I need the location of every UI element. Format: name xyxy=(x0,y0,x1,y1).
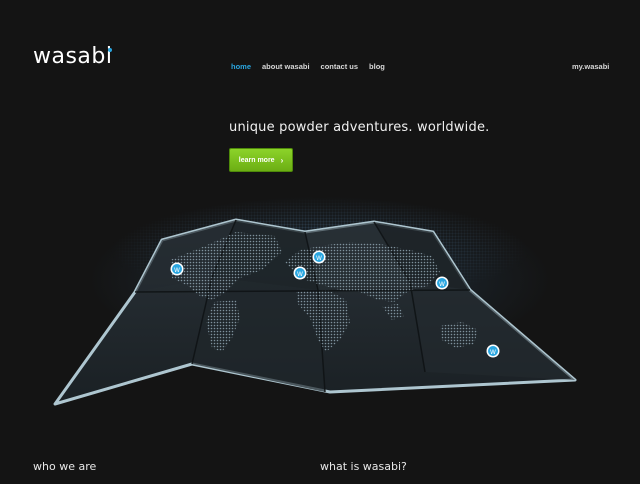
location-pin-icon: W xyxy=(435,276,449,290)
map-markers: W W W W W xyxy=(170,250,500,358)
who-we-are-heading: who we are xyxy=(33,460,97,473)
location-pin-icon: W xyxy=(170,262,184,276)
world-map-illustration: W W W W W xyxy=(0,0,640,480)
location-pin-icon: W xyxy=(486,344,500,358)
marker-label: W xyxy=(297,271,303,278)
location-pin-icon: W xyxy=(293,266,307,280)
location-pin-icon: W xyxy=(312,250,326,264)
marker-label: W xyxy=(174,267,180,274)
marker-label: W xyxy=(490,349,496,356)
marker-label: W xyxy=(439,281,445,288)
marker-label: W xyxy=(316,255,322,262)
what-is-wasabi-heading: what is wasabi? xyxy=(320,460,407,473)
